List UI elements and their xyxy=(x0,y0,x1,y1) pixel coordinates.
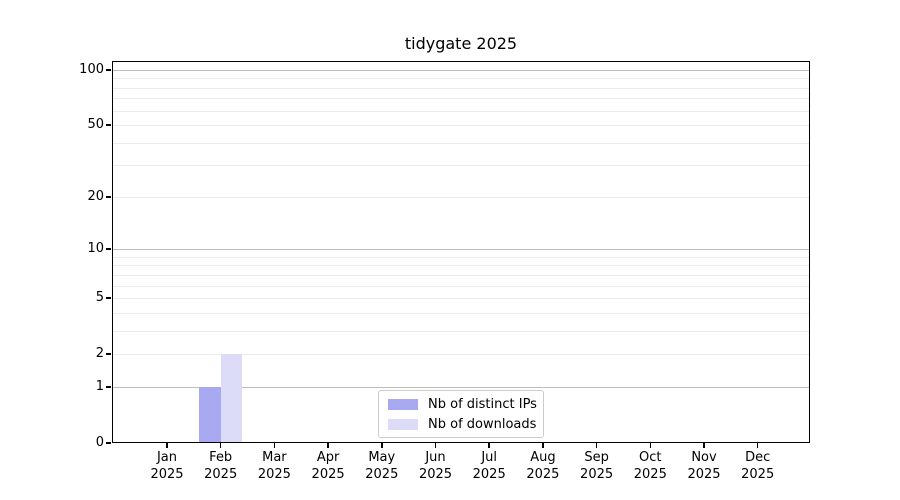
bar-distinct-ips xyxy=(199,387,221,442)
minor-gridline xyxy=(113,143,809,144)
minor-gridline xyxy=(113,125,809,126)
x-tick-mark xyxy=(220,443,222,448)
major-gridline xyxy=(113,249,809,250)
x-tick-mark xyxy=(381,443,383,448)
y-tick-label: 5 xyxy=(40,290,104,306)
major-gridline xyxy=(113,70,809,71)
x-tick-mark xyxy=(703,443,705,448)
y-tick-mark xyxy=(106,69,111,71)
legend: Nb of distinct IPs Nb of downloads xyxy=(378,390,544,438)
minor-gridline xyxy=(113,275,809,276)
minor-gridline xyxy=(113,78,809,79)
minor-gridline xyxy=(113,88,809,89)
legend-item-downloads: Nb of downloads xyxy=(388,417,534,432)
y-tick-mark xyxy=(106,196,111,198)
legend-swatch-distinct-ips xyxy=(388,399,418,410)
y-tick-mark xyxy=(106,124,111,126)
minor-gridline xyxy=(113,197,809,198)
y-tick-label: 10 xyxy=(40,241,104,257)
minor-gridline xyxy=(113,354,809,355)
y-tick-mark xyxy=(106,386,111,388)
x-tick-mark xyxy=(757,443,759,448)
y-tick-mark xyxy=(106,248,111,250)
minor-gridline xyxy=(113,111,809,112)
y-tick-mark xyxy=(106,442,111,444)
x-tick-mark xyxy=(166,443,168,448)
legend-item-distinct-ips: Nb of distinct IPs xyxy=(388,397,534,412)
y-tick-label: 20 xyxy=(40,189,104,205)
minor-gridline xyxy=(113,286,809,287)
y-tick-mark xyxy=(106,353,111,355)
x-tick-mark xyxy=(435,443,437,448)
x-tick-mark xyxy=(327,443,329,448)
y-tick-label: 0 xyxy=(40,435,104,451)
minor-gridline xyxy=(113,98,809,99)
minor-gridline xyxy=(113,298,809,299)
y-tick-label: 2 xyxy=(40,346,104,362)
y-tick-mark xyxy=(106,297,111,299)
legend-swatch-downloads xyxy=(388,419,418,430)
x-tick-mark xyxy=(274,443,276,448)
minor-gridline xyxy=(113,165,809,166)
y-tick-label: 50 xyxy=(40,117,104,133)
minor-gridline xyxy=(113,265,809,266)
y-tick-label: 1 xyxy=(40,379,104,395)
minor-gridline xyxy=(113,313,809,314)
y-tick-label: 100 xyxy=(40,62,104,78)
x-tick-mark xyxy=(488,443,490,448)
chart-title: tidygate 2025 xyxy=(112,34,810,53)
bar-downloads xyxy=(221,354,243,442)
x-tick-mark xyxy=(650,443,652,448)
x-tick-label: Dec 2025 xyxy=(726,449,790,483)
figure: tidygate 2025 Nb of distinct IPs Nb of d… xyxy=(0,0,900,500)
minor-gridline xyxy=(113,257,809,258)
x-tick-mark xyxy=(542,443,544,448)
legend-label-distinct-ips: Nb of distinct IPs xyxy=(428,397,537,412)
x-tick-mark xyxy=(596,443,598,448)
plot-area xyxy=(112,61,810,443)
minor-gridline xyxy=(113,331,809,332)
legend-label-downloads: Nb of downloads xyxy=(428,417,536,432)
